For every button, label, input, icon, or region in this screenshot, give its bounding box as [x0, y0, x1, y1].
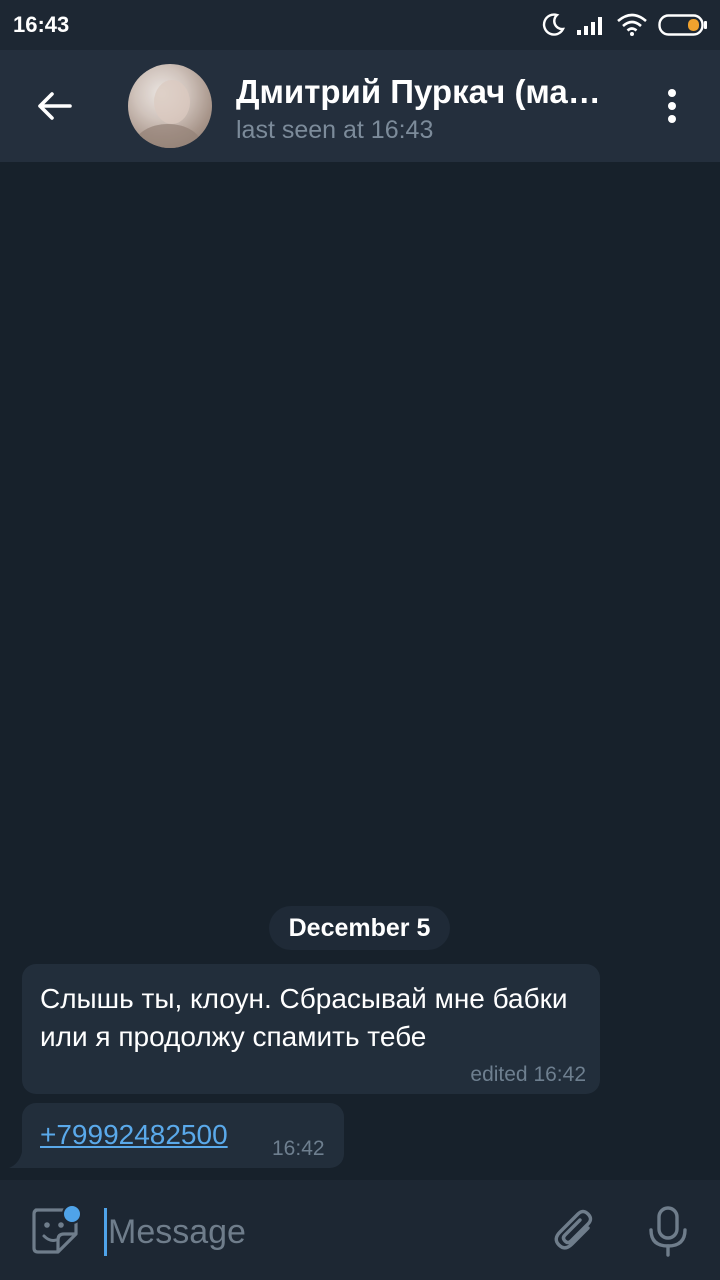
more-menu-button[interactable]	[650, 80, 694, 132]
phone-link[interactable]: +79992482500	[40, 1119, 228, 1151]
status-bar: 16:43	[0, 0, 720, 50]
chat-header: Дмитрий Пуркач (ма… last seen at 16:43	[0, 50, 720, 162]
message-input[interactable]	[108, 1208, 528, 1256]
date-separator: December 5	[269, 906, 450, 950]
message-text: Слышь ты, клоун. Сбрасывай мне бабки или…	[40, 983, 568, 1052]
arrow-left-icon	[38, 92, 72, 120]
attach-button[interactable]	[550, 1206, 602, 1258]
contact-name[interactable]: Дмитрий Пуркач (ма…	[236, 73, 636, 111]
battery-icon	[658, 13, 708, 37]
message-list[interactable]: December 5 Слышь ты, клоун. Сбрасывай мн…	[0, 162, 720, 1180]
avatar[interactable]	[128, 64, 212, 148]
microphone-icon	[649, 1206, 687, 1257]
message-bubble[interactable]: Слышь ты, клоун. Сбрасывай мне бабки или…	[22, 964, 600, 1094]
status-time: 16:43	[13, 12, 70, 37]
status-icons	[540, 10, 708, 40]
back-button[interactable]	[22, 74, 86, 138]
message-time: 16:42	[272, 1137, 325, 1160]
voice-record-button[interactable]	[642, 1204, 694, 1260]
text-cursor	[104, 1208, 107, 1256]
more-vertical-icon	[668, 89, 676, 123]
message-time: edited 16:42	[470, 1063, 586, 1086]
contact-status: last seen at 16:43	[236, 116, 434, 144]
new-stickers-badge	[62, 1204, 82, 1224]
signal-icon	[576, 14, 606, 36]
moon-icon	[540, 12, 566, 38]
paperclip-icon	[554, 1209, 593, 1250]
message-composer	[0, 1180, 720, 1280]
message-bubble[interactable]: +79992482500 16:42	[22, 1103, 344, 1168]
wifi-icon	[616, 13, 648, 37]
